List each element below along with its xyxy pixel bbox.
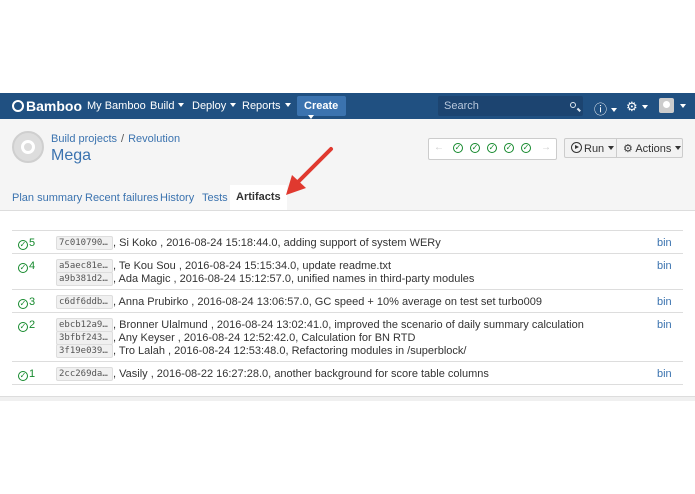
commit-hash[interactable]: a9b381d2… (56, 272, 113, 286)
table-row: ✓ 1 2cc269da…, Vasily , 2016-08-22 16:27:… (12, 361, 683, 385)
commit-text: , Si Koko , 2016-08-24 15:18:44.0, addin… (113, 236, 441, 249)
table-row: ✓ 4 a5aec81e…, Te Kou Sou , 2016-08-24 15… (12, 253, 683, 289)
commit-hash[interactable]: 3bfbf243… (56, 331, 113, 345)
commit-line: a9b381d2…, Ada Magic , 2016-08-24 15:12:… (56, 272, 474, 286)
commit-text: , Ada Magic , 2016-08-24 15:12:57.0, uni… (113, 272, 475, 285)
commit-text: , Tro Lalah , 2016-08-24 12:53:48.0, Ref… (113, 344, 467, 357)
success-icon: ✓ (18, 371, 28, 381)
commit-hash[interactable]: 2cc269da… (56, 367, 113, 381)
commit-line: ebcb12a9…, Bronner Ulalmund , 2016-08-24… (56, 318, 584, 332)
success-icon: ✓ (18, 263, 28, 273)
build-status[interactable]: ✓ 3 (18, 296, 35, 309)
commit-line: 7c010790…, Si Koko , 2016-08-24 15:18:44… (56, 236, 441, 250)
success-icon: ✓ (18, 299, 28, 309)
build-status[interactable]: ✓ 1 (18, 368, 35, 381)
footer-divider (0, 396, 695, 401)
commit-line: a5aec81e…, Te Kou Sou , 2016-08-24 15:15… (56, 259, 391, 273)
commit-text: , Bronner Ulalmund , 2016-08-24 13:02:41… (113, 318, 584, 331)
commit-text: , Anna Prubirko , 2016-08-24 13:06:57.0,… (113, 295, 542, 308)
success-icon: ✓ (18, 322, 28, 332)
build-number: 4 (29, 260, 36, 272)
build-status[interactable]: ✓ 5 (18, 237, 35, 250)
table-row: ✓ 3 c6df6ddb…, Anna Prubirko , 2016-08-24… (12, 289, 683, 312)
commit-line: c6df6ddb…, Anna Prubirko , 2016-08-24 13… (56, 295, 542, 309)
build-number: 2 (29, 319, 36, 331)
commit-hash[interactable]: ebcb12a9… (56, 318, 113, 332)
commit-hash[interactable]: 3f19e039… (56, 344, 113, 358)
commit-line: 3bfbf243…, Any Keyser , 2016-08-24 12:52… (56, 331, 415, 345)
table-row: ✓ 2 ebcb12a9…, Bronner Ulalmund , 2016-08… (12, 312, 683, 361)
build-status[interactable]: ✓ 4 (18, 260, 35, 273)
commit-hash[interactable]: c6df6ddb… (56, 295, 113, 309)
table-row: ✓ 5 7c010790…, Si Koko , 2016-08-24 15:18… (12, 230, 683, 253)
commit-hash[interactable]: 7c010790… (56, 236, 113, 250)
commit-line: 2cc269da…, Vasily , 2016-08-22 16:27:28.… (56, 367, 489, 381)
artifact-link[interactable]: bin (657, 237, 672, 249)
build-number: 1 (29, 368, 36, 380)
artifact-link[interactable]: bin (657, 260, 672, 272)
build-number: 3 (29, 296, 36, 308)
commit-text: , Any Keyser , 2016-08-24 12:52:42.0, Ca… (113, 331, 416, 344)
artifact-link[interactable]: bin (657, 319, 672, 331)
commit-text: , Vasily , 2016-08-22 16:27:28.0, anothe… (113, 367, 489, 380)
commit-line: 3f19e039…, Tro Lalah , 2016-08-24 12:53:… (56, 344, 466, 358)
commit-hash[interactable]: a5aec81e… (56, 259, 113, 273)
commit-text: , Te Kou Sou , 2016-08-24 15:15:34.0, up… (113, 259, 392, 272)
build-number: 5 (29, 237, 36, 249)
success-icon: ✓ (18, 240, 28, 250)
build-status[interactable]: ✓ 2 (18, 319, 35, 332)
artifact-link[interactable]: bin (657, 368, 672, 380)
artifact-link[interactable]: bin (657, 296, 672, 308)
